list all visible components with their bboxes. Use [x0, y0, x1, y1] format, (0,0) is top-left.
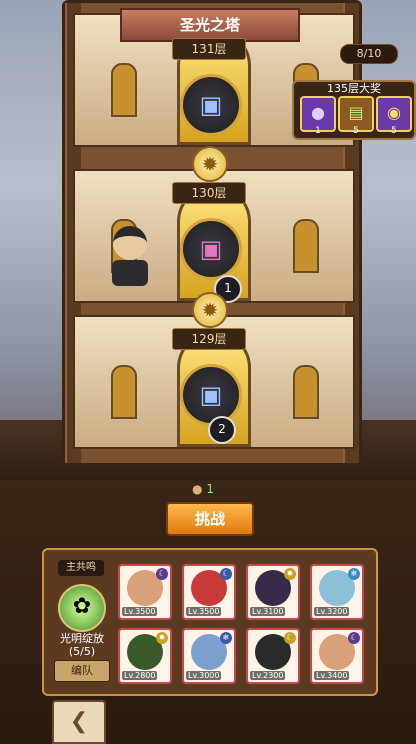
- hero-level: Lv.2800: [122, 671, 158, 680]
- hero-card[interactable]: ❄ Lv.3200: [310, 564, 364, 620]
- skill-name: 光明绽放: [60, 632, 104, 645]
- reward-glyph: ●: [311, 103, 325, 122]
- leader-tag: 主共鸣: [58, 560, 104, 576]
- hero-level: Lv.3000: [186, 671, 222, 680]
- reward-count: 1: [315, 126, 321, 136]
- element-icon: ❄: [348, 568, 360, 580]
- hero-card[interactable]: ☾ Lv.3500: [118, 564, 172, 620]
- hero-level: Lv.3400: [314, 671, 350, 680]
- reward-glyph: ◉: [387, 103, 401, 122]
- acorn-icon: ●: [192, 482, 203, 496]
- hero-level: Lv.3100: [250, 607, 286, 616]
- scroll-icon[interactable]: ▤ 5: [338, 96, 374, 136]
- element-icon: ❄: [220, 632, 232, 644]
- treasure-chest-icon[interactable]: ▣: [180, 218, 242, 280]
- attempts-counter: 8/10: [340, 44, 398, 64]
- sun-emblem-icon: ✹: [192, 292, 228, 328]
- hero-card[interactable]: ☾ Lv.2300: [246, 628, 300, 684]
- floor-window: [293, 219, 319, 273]
- floor-window: [293, 365, 319, 419]
- grand-prize-panel[interactable]: 135层大奖 ● 1 ▤ 5 ◉ 5: [292, 80, 416, 140]
- coin-icon[interactable]: ◉ 5: [376, 96, 412, 136]
- hero-card[interactable]: ✹ Lv.2800: [118, 628, 172, 684]
- treasure-chest-icon[interactable]: ▣: [180, 364, 242, 426]
- hero-level: Lv.3500: [186, 607, 222, 616]
- hero-level: Lv.3200: [314, 607, 350, 616]
- formation-button[interactable]: 编队: [54, 660, 110, 682]
- element-icon: ✹: [284, 568, 296, 580]
- player-avatar: [110, 226, 150, 286]
- grand-prize-title: 135层大奖: [327, 82, 381, 95]
- tower-title: 圣光之塔: [120, 8, 300, 42]
- hero-card[interactable]: ☾ Lv.3400: [310, 628, 364, 684]
- treasure-chest-icon[interactable]: ▣: [180, 74, 242, 136]
- floor-window: [111, 63, 137, 117]
- reward-glyph: ▤: [348, 103, 364, 122]
- hero-card[interactable]: ✹ Lv.3100: [246, 564, 300, 620]
- player-head: [113, 226, 147, 260]
- team-panel: 主共鸣 ✿ 光明绽放 (5/5) 编队 ☾ Lv.3500 ☾ Lv.3500 …: [42, 548, 378, 696]
- player-body: [112, 260, 148, 286]
- element-icon: ☾: [284, 632, 296, 644]
- floor-badge: 2: [208, 416, 236, 444]
- reward-count: 5: [391, 126, 397, 136]
- hero-level: Lv.2300: [250, 671, 286, 680]
- floor-label-129: 129层: [172, 328, 246, 350]
- energy-value: 1: [206, 482, 214, 496]
- element-icon: ☾: [220, 568, 232, 580]
- back-arrow-icon[interactable]: ❮: [52, 700, 106, 744]
- energy-count: ● 1: [192, 482, 214, 496]
- hero-card[interactable]: ☾ Lv.3500: [182, 564, 236, 620]
- reward-count: 5: [353, 126, 359, 136]
- challenge-button[interactable]: 挑战: [166, 502, 254, 536]
- element-icon: ☾: [156, 568, 168, 580]
- purple-orb-icon[interactable]: ● 1: [300, 96, 336, 136]
- skill-count: (5/5): [68, 645, 96, 658]
- floor-window: [111, 365, 137, 419]
- hero-card[interactable]: ❄ Lv.3000: [182, 628, 236, 684]
- floor-label-130: 130层: [172, 182, 246, 204]
- sun-emblem-icon: ✹: [192, 146, 228, 182]
- element-icon: ☾: [348, 632, 360, 644]
- element-icon: ✹: [156, 632, 168, 644]
- floor-label-131: 131层: [172, 38, 246, 60]
- hero-level: Lv.3500: [122, 607, 158, 616]
- flower-skill-icon[interactable]: ✿: [58, 584, 106, 632]
